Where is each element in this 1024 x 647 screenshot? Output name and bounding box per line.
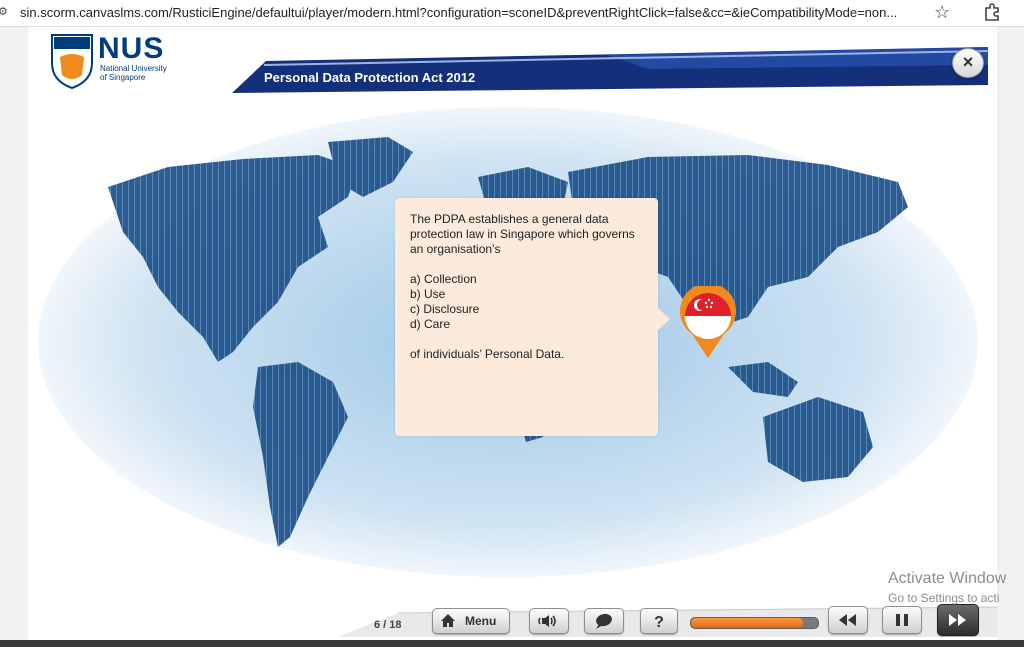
next-button[interactable] bbox=[937, 604, 979, 636]
left-gutter bbox=[0, 27, 28, 647]
card-option: b) Use bbox=[410, 287, 446, 301]
house-icon bbox=[441, 614, 455, 627]
audio-button[interactable] bbox=[529, 608, 569, 634]
star-icon[interactable]: ☆ bbox=[934, 2, 950, 23]
help-button[interactable]: ? bbox=[640, 608, 678, 634]
browser-address-bar: ⚙ sin.scorm.canvaslms.com/RusticiEngine/… bbox=[0, 0, 1024, 27]
card-option: a) Collection bbox=[410, 272, 477, 286]
transcript-button[interactable] bbox=[584, 608, 624, 634]
watermark-line2: Go to Settings to acti bbox=[888, 591, 1000, 605]
logo-subtitle-line1: National University bbox=[100, 64, 167, 73]
course-title: Personal Data Protection Act 2012 bbox=[264, 70, 476, 85]
card-intro: The PDPA establishes a general data prot… bbox=[410, 212, 635, 256]
card-option: d) Care bbox=[410, 317, 451, 331]
card-pointer bbox=[658, 308, 670, 330]
svg-text:?: ? bbox=[654, 614, 664, 631]
tune-icon[interactable]: ⚙ bbox=[0, 6, 8, 18]
taskbar-edge bbox=[0, 640, 1024, 647]
speaker-icon bbox=[538, 615, 556, 627]
speech-bubble-icon bbox=[596, 613, 612, 629]
windows-activation-watermark: Activate Window Go to Settings to acti bbox=[888, 570, 1006, 605]
puzzle-icon[interactable] bbox=[982, 3, 1002, 21]
url-field[interactable]: sin.scorm.canvaslms.com/RusticiEngine/de… bbox=[20, 5, 920, 20]
course-player: NUS National University of Singapore Per… bbox=[28, 27, 997, 637]
progress-bar[interactable] bbox=[690, 617, 819, 629]
rewind-button[interactable] bbox=[828, 606, 868, 634]
card-text: The PDPA establishes a general data prot… bbox=[410, 212, 646, 362]
logo-text: NUS bbox=[98, 32, 165, 65]
rewind-icon bbox=[839, 614, 856, 626]
info-card: The PDPA establishes a general data prot… bbox=[395, 198, 670, 436]
pause-icon bbox=[896, 614, 908, 626]
fast-forward-icon bbox=[949, 614, 966, 626]
close-button[interactable]: × bbox=[952, 48, 984, 78]
question-mark-icon: ? bbox=[654, 614, 664, 631]
watermark-line1: Activate Window bbox=[888, 570, 1007, 587]
right-gutter bbox=[997, 27, 1024, 647]
card-closing: of individuals’ Personal Data. bbox=[410, 347, 565, 361]
singapore-flag-pin-icon bbox=[680, 286, 736, 358]
page-counter: 6 / 18 bbox=[374, 619, 402, 631]
menu-button[interactable]: Menu bbox=[432, 608, 510, 634]
progress-fill bbox=[691, 618, 803, 628]
nus-logo: NUS National University of Singapore bbox=[50, 33, 190, 91]
menu-label: Menu bbox=[465, 614, 497, 628]
card-option: c) Disclosure bbox=[410, 302, 480, 316]
close-icon: × bbox=[962, 52, 974, 72]
title-band bbox=[228, 39, 997, 95]
logo-subtitle-line2: of Singapore bbox=[100, 73, 146, 82]
pause-button[interactable] bbox=[882, 606, 922, 634]
nus-crest-icon bbox=[51, 34, 93, 89]
logo-subtitle: National University of Singapore bbox=[100, 64, 167, 82]
